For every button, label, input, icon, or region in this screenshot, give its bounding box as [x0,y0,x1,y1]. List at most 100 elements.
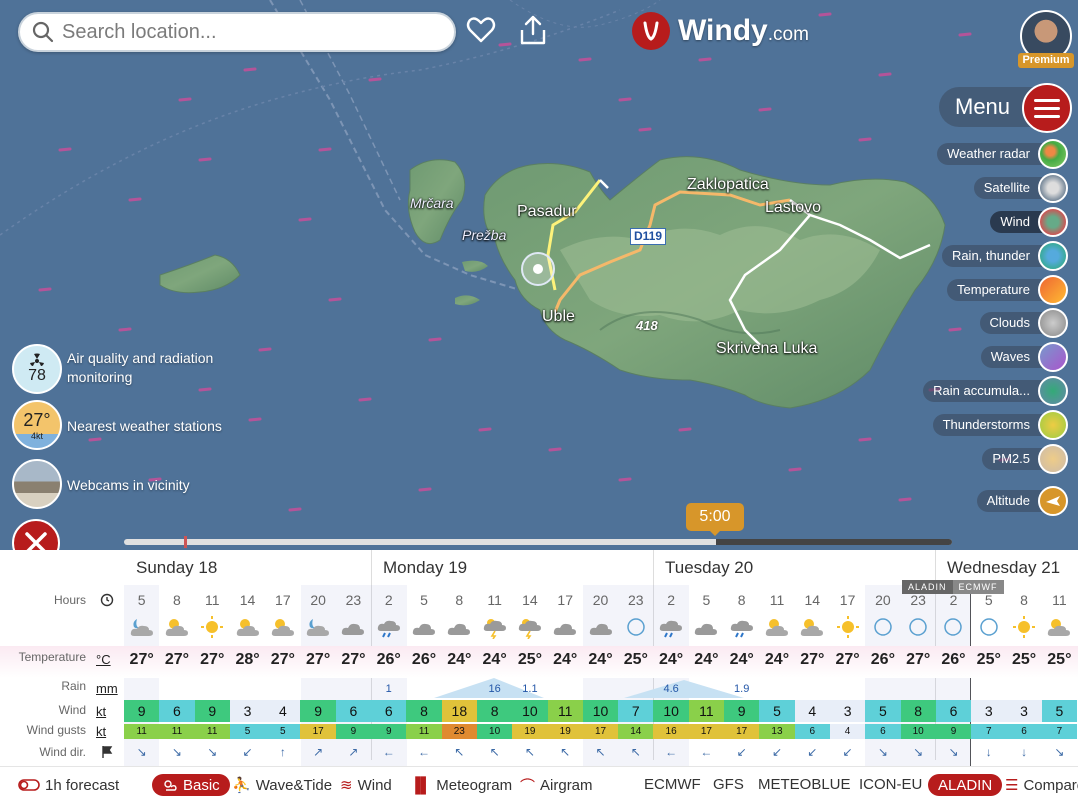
wind-gust-cell: 5 [229,724,266,739]
layer-clouds[interactable]: Clouds [979,308,1068,338]
logo-text: Windy [678,14,768,47]
wind-gust-cell: 19 [547,724,583,739]
map-view[interactable]: Mrčara Prežba Pasadur Uble Zaklopatica L… [0,0,1078,550]
rain-unit[interactable]: mm [96,681,118,696]
hour-cell: 14 [239,592,256,608]
windy-logo[interactable]: Windy.com [632,12,809,50]
tab-airgram[interactable]: ⌒ Airgram [520,774,593,796]
wind-speed-cell: 18 [441,700,477,722]
air-quality-label[interactable]: Air quality and radiation monitoring [67,349,213,387]
temperature-cell: 28° [235,651,260,668]
layer-pm25[interactable]: PM2.5 [982,444,1068,474]
rain-thunder-icon [1038,241,1068,271]
wind-direction-cell: ← [665,745,678,759]
day-header: Tuesday 20 [665,558,754,577]
hour-cell: 8 [737,592,746,608]
weather-stations-label[interactable]: Nearest weather stations [67,417,222,436]
night-icon [901,613,936,641]
timeline-slider[interactable] [124,539,952,545]
layer-thunderstorms[interactable]: Thunderstorms [932,410,1068,440]
tab-wind[interactable]: ≋ Wind [340,774,392,796]
wind-speed-cell: 9 [124,700,160,722]
wind-direction-row: ↘ ↘ ↘ ↙ ↑ ↗ ↗ ← ← ↖ ↖ ↖ ↖ ↖ ↖ ← ← ↙ ↙ ↙ ↙ ↘ ↘ ↘ ↓ ↓ ↘ [124,743,1078,761]
layer-wind[interactable]: Wind [990,207,1068,237]
tab-wave-tide[interactable]: ⛹ Wave&Tide [232,774,332,796]
tab-meteogram[interactable]: ▐▌ Meteogram [410,774,512,796]
wind-speed-cell: 5 [759,700,795,722]
compare-icon: ☰ [1005,777,1019,794]
place-mrcara[interactable]: Mrčara [410,195,454,211]
hours-label: Hours [53,593,86,607]
layer-satellite[interactable]: Satellite [973,173,1068,203]
layer-rain-accumulation[interactable]: Rain accumula... [923,376,1068,406]
temperature-cell: 24° [588,651,613,668]
source-ecmwf[interactable]: ECMWF [644,776,701,793]
place-uble[interactable]: Uble [542,308,575,326]
wind-gust-cell: 9 [935,724,972,739]
sun-cloud-icon [230,613,265,641]
bottom-toolbar: 1h forecast Basic ⛹ Wave&Tide ≋ Wind ▐▌ Met… [0,766,1078,800]
rain-cell [865,683,900,695]
wind-speed-cell: 11 [547,700,583,722]
wind-speed-cell: 8 [406,700,442,722]
wind-speed-cell: 4 [265,700,301,722]
temperature-cell: 25° [623,651,648,668]
place-skrivena-luka[interactable]: Skrivena Luka [716,340,817,358]
tab-basic[interactable]: Basic [152,774,230,796]
wind-direction-cell: ↙ [736,745,747,759]
hour-cell: 11 [769,592,785,608]
search-input[interactable]: Search location... [18,12,456,52]
rain-icon [724,613,759,641]
timeline-time-bubble[interactable]: 5:00 [686,503,744,536]
hour-cell: 20 [875,592,891,608]
wind-unit[interactable]: kt [96,704,106,719]
layer-altitude[interactable]: Altitude [976,486,1068,516]
temperature-cell: 27° [164,651,190,668]
hour-cell: 17 [839,592,856,608]
source-meteoblue[interactable]: METEOBLUE [758,776,851,793]
place-prezba[interactable]: Prežba [462,227,506,243]
source-gfs[interactable]: GFS [713,776,744,793]
wind-gust-cell: 17 [300,724,336,739]
rain-row: 1 16 1.1 4.6 1.9 [124,683,1078,695]
layer-temperature[interactable]: Temperature [947,275,1068,305]
wind-speed-cell: 3 [229,700,266,722]
place-pasadur[interactable]: Pasadur [517,203,577,221]
place-lastovo[interactable]: Lastovo [765,199,821,217]
wind-speed-cell: 9 [194,700,230,722]
webcams-label[interactable]: Webcams in vicinity [67,476,190,495]
rain-cell [971,683,1006,695]
cloud-icon [689,613,724,641]
compare-button[interactable]: ☰Compare [1005,774,1078,796]
temperature-unit[interactable]: °C [96,652,111,667]
temperature-cell: 24° [729,651,754,668]
wind-gust-cell: 10 [900,724,936,739]
hamburger-menu-button[interactable] [1022,83,1072,133]
layer-rain-thunder[interactable]: Rain, thunder [941,241,1068,271]
gusts-unit[interactable]: kt [96,724,106,739]
search-icon [32,21,54,43]
hour-cell: 23 [345,592,362,608]
source-icon-eu[interactable]: ICON-EU [859,776,922,793]
layer-waves[interactable]: Waves [980,342,1068,372]
hour-cell: 23 [628,592,644,608]
map-canvas[interactable] [0,0,1078,550]
layer-weather-radar[interactable]: Weather radar [937,139,1068,169]
weather-stations-button[interactable]: 27° 4kt [12,400,62,450]
hourly-forecast-toggle[interactable]: 1h forecast [18,774,119,796]
wind-gust-cell: 4 [829,724,866,739]
source-aladin[interactable]: ALADIN [928,774,1003,796]
share-icon[interactable] [517,14,549,46]
rain-cell: 4.6 [663,683,679,695]
wind-direction-cell: ↓ [985,745,992,759]
place-zaklopatica[interactable]: Zaklopatica [687,176,769,194]
wind-speed-cell: 3 [829,700,866,722]
air-quality-button[interactable]: 78 [12,344,62,394]
temperature-cell: 26° [376,651,401,668]
wind-speed-cell: 9 [724,700,760,722]
favorite-heart-icon[interactable] [465,14,497,46]
hour-cell: 17 [557,592,573,608]
webcams-button[interactable] [12,459,62,509]
wind-gust-cell: 14 [618,724,654,739]
wind-gust-cell: 11 [159,724,195,739]
